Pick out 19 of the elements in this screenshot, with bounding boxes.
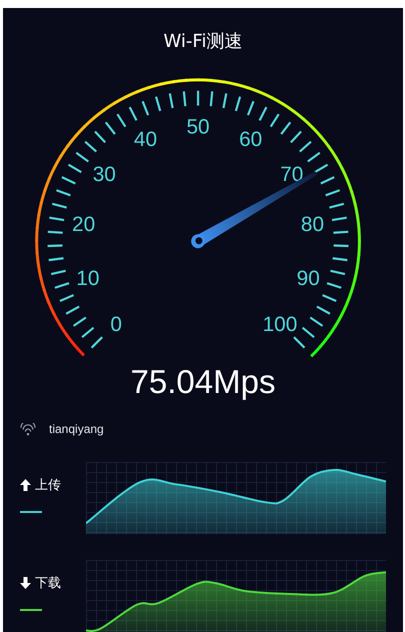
wifi-icon [20, 422, 36, 436]
scale-label: 100 [262, 313, 298, 336]
speed-reading: 75.04Mps [130, 364, 276, 400]
chart-label: 上传 [35, 477, 61, 494]
up-arrow-icon [20, 479, 31, 491]
network-name: tianqiyang [49, 422, 104, 436]
scale-label: 40 [134, 128, 158, 151]
page-title: Wi-Fi测速 [162, 30, 244, 54]
scale-label: 90 [296, 266, 320, 290]
scale-label: 80 [300, 213, 324, 236]
chart-label: 下载 [35, 575, 61, 592]
scale-label: 30 [92, 163, 116, 186]
scale-label: 0 [110, 313, 122, 336]
scale-label: 10 [76, 266, 100, 290]
scale-label: 20 [72, 213, 96, 236]
scale-label: 60 [239, 128, 262, 151]
down-arrow-icon [20, 577, 31, 589]
scale-label: 70 [280, 163, 304, 186]
scale-label: 50 [186, 115, 210, 138]
